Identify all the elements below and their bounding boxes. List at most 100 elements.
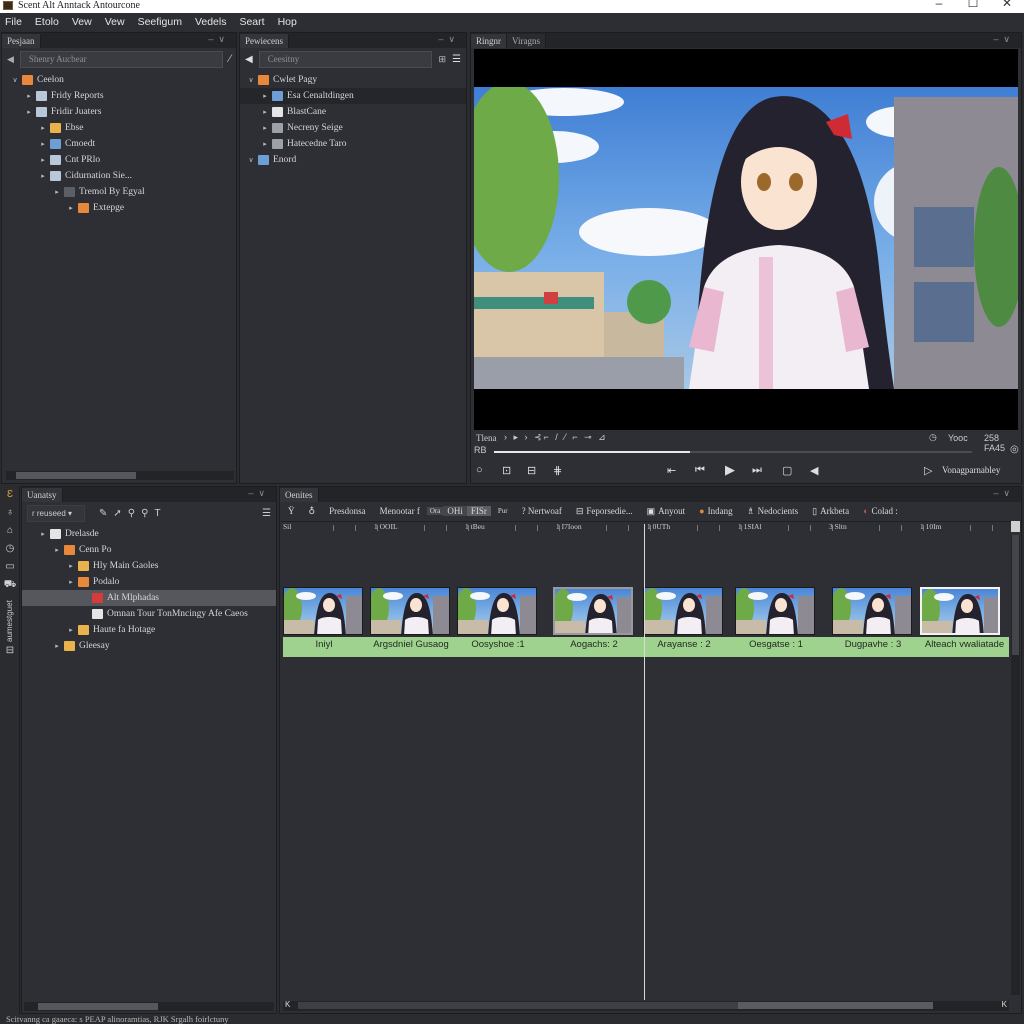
menu-file[interactable]: File <box>5 16 22 28</box>
playback-mode-icon[interactable]: ▷ <box>924 464 932 477</box>
toolbar-item-10[interactable]: ♗ Nedocients <box>740 506 806 517</box>
monitor-icon[interactable]: ▭ <box>0 558 20 576</box>
tree-item[interactable]: ▸ Cnt PRlo <box>2 152 236 168</box>
timeline-clip[interactable] <box>832 587 912 635</box>
tree-item[interactable]: ▸ Hly Main Gaoles <box>22 558 276 574</box>
effects-search-input[interactable]: Ceesitny <box>258 50 433 68</box>
chevron-right-icon[interactable]: ▸ <box>38 124 48 132</box>
tab-media[interactable]: Uanatsy <box>22 488 63 502</box>
settings-icon[interactable]: ◎ <box>1010 444 1019 455</box>
panel-menu-icon[interactable]: –∨ <box>248 488 270 499</box>
chevron-right-icon[interactable]: ▸ <box>38 156 48 164</box>
speaker-icon[interactable]: ◀ <box>245 54 253 65</box>
toolbar-item-6[interactable]: ? Nertwoaf <box>515 506 569 516</box>
playback-progress-bar[interactable] <box>494 451 972 453</box>
storage-icon[interactable]: ⊟ <box>0 642 20 660</box>
timeline-scrollbar[interactable]: K K <box>283 1000 1009 1011</box>
tree-item[interactable]: Alt Mlphadas <box>22 590 276 606</box>
timeline-clip[interactable] <box>370 587 450 635</box>
media-icon[interactable]: ⌂ <box>0 522 20 540</box>
timeline-ruler[interactable]: Sil 1 OOIL 1 tBeu 1 I7Ioon 1 0UTh 1 1SIAl 3 Sl… <box>281 521 1015 532</box>
play-button[interactable]: ▶ <box>725 462 735 478</box>
list-view-icon[interactable]: ☰ <box>262 508 271 519</box>
tab-project[interactable]: Pesjaan <box>2 34 41 48</box>
tab-program[interactable]: Ringnr <box>471 34 508 48</box>
step-forward-button[interactable]: ⏭ <box>752 464 762 477</box>
toolbar-item-0[interactable]: Presdonsa <box>322 506 373 516</box>
chevron-right-icon[interactable]: ▸ <box>260 108 270 116</box>
scroll-right-icon[interactable]: K <box>1002 1000 1007 1009</box>
playhead[interactable] <box>644 524 645 1000</box>
pin-icon[interactable]: ⚲ <box>141 508 148 519</box>
toolbar-item-3[interactable]: OHi <box>443 506 467 516</box>
panel-menu-icon[interactable]: –∨ <box>993 34 1015 45</box>
menu-start[interactable]: Seart <box>239 16 264 28</box>
menu-videos[interactable]: Vedels <box>195 16 227 28</box>
export-frame-icon[interactable]: ⊟ <box>527 464 536 477</box>
tree-item[interactable]: ▸ Fridy Reports <box>2 88 236 104</box>
tree-item[interactable]: ▸ Esa Cenaltdingen <box>240 88 466 104</box>
timeline-clip[interactable] <box>920 587 1000 635</box>
loop-button[interactable]: ▢ <box>782 464 792 477</box>
chevron-right-icon[interactable]: ▸ <box>260 140 270 148</box>
tree-item[interactable]: ∨ Cwlet Pagy <box>240 72 466 88</box>
chevron-right-icon[interactable]: ▸ <box>24 108 34 116</box>
list-icon[interactable]: ☰ <box>452 54 461 65</box>
tree-item[interactable]: Omnan Tour TonMncingy Afe Caeos <box>22 606 276 622</box>
minimize-button[interactable]: – <box>922 0 956 9</box>
chevron-right-icon[interactable]: ▸ <box>66 578 76 586</box>
chevron-down-icon[interactable]: ∨ <box>246 76 256 84</box>
tree-item[interactable]: ▸ Tremol By Egyal <box>2 184 236 200</box>
app-badge-icon[interactable]: Ɛ <box>0 486 20 504</box>
toolbar-item-8[interactable]: ▣ Anyout <box>640 506 693 517</box>
lightbulb-icon[interactable]: ♁ <box>0 504 20 522</box>
toolbar-item-4[interactable]: FISr <box>466 506 491 516</box>
toolbar-item-12[interactable]: ◐ Colad : <box>856 506 905 516</box>
chevron-right-icon[interactable]: ▸ <box>38 530 48 538</box>
safe-margins-icon[interactable]: ⊡ <box>502 464 511 477</box>
magnify-icon[interactable]: ⚲ <box>128 508 135 519</box>
chevron-right-icon[interactable]: ▸ <box>66 626 76 634</box>
toolbar-item-1[interactable]: Menootar f <box>373 506 427 516</box>
edit-icon[interactable]: ⁄ <box>229 53 231 65</box>
panel-menu-icon[interactable]: –∨ <box>438 34 460 45</box>
truck-icon[interactable]: ⛟ <box>0 576 20 594</box>
timeline-clip[interactable] <box>735 587 815 635</box>
tree-item[interactable]: ▸ Hatecedne Taro <box>240 136 466 152</box>
brush-icon[interactable]: ✎ <box>99 508 107 519</box>
video-preview[interactable] <box>474 49 1018 430</box>
close-button[interactable]: ✕ <box>990 0 1024 9</box>
tree-item[interactable]: ▸ Cidurnation Sie... <box>2 168 236 184</box>
go-to-start-button[interactable]: ⇤ <box>667 464 676 477</box>
scroll-left-icon[interactable]: K <box>285 1000 290 1009</box>
tree-item[interactable]: ▸ Drelasde <box>22 526 276 542</box>
chevron-right-icon[interactable]: ▸ <box>66 204 76 212</box>
chevron-right-icon[interactable]: ▸ <box>52 546 62 554</box>
tree-item[interactable]: ▸ Gleesay <box>22 638 276 654</box>
chevron-down-icon[interactable]: ∨ <box>10 76 20 84</box>
grid-icon[interactable]: ⊞ <box>438 54 446 65</box>
maximize-button[interactable]: ☐ <box>956 0 990 9</box>
tree-item[interactable]: ▸ Podalo <box>22 574 276 590</box>
project-search-input[interactable]: Shenry Aucbear <box>19 50 224 68</box>
text-tool-icon[interactable]: T <box>154 508 160 519</box>
chevron-right-icon[interactable]: ▸ <box>24 92 34 100</box>
timeline-clip[interactable] <box>457 587 537 635</box>
toolbar-item-9[interactable]: ● Indang <box>692 506 739 516</box>
chevron-right-icon[interactable]: ▸ <box>52 642 62 650</box>
tree-item[interactable]: ▸ Necreny Seige <box>240 120 466 136</box>
timeline-clip[interactable] <box>643 587 723 635</box>
toolbar-item-5[interactable]: Pur <box>491 507 515 515</box>
tree-item[interactable]: ▸ Haute fa Hotage <box>22 622 276 638</box>
menu-edit[interactable]: Etolo <box>35 16 59 28</box>
menu-help[interactable]: Hop <box>278 16 297 28</box>
tree-item[interactable]: ▸ Fridir Juaters <box>2 104 236 120</box>
chevron-down-icon[interactable]: ∨ <box>246 156 256 164</box>
media-scrollbar[interactable] <box>24 1002 274 1011</box>
vertical-scrollbar[interactable] <box>1011 535 1020 995</box>
toolbar-item-11[interactable]: ▯ Arkbeta <box>805 506 856 517</box>
toolbar-item-2[interactable]: Ora <box>426 507 444 515</box>
tree-item[interactable]: ▸ Cenn Po <box>22 542 276 558</box>
grid-overlay-icon[interactable]: ⋕ <box>553 464 562 477</box>
chevron-right-icon[interactable]: ▸ <box>52 188 62 196</box>
